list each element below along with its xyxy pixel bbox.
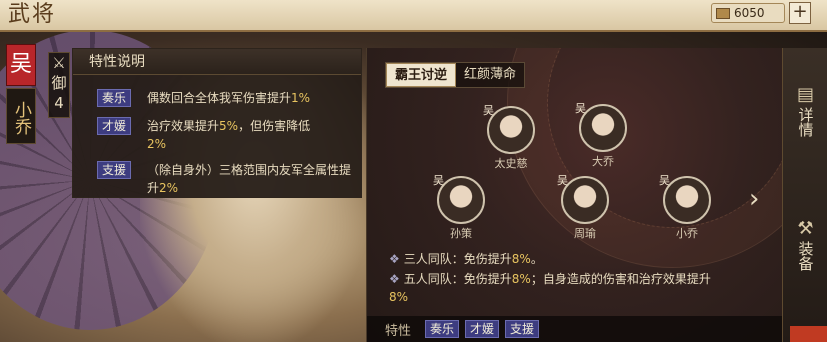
- team-panel: 霸王讨逆 红颜薄命 吴 太史慈 吴 大乔 吴 孙策 吴 周瑜 吴 小乔 › ❖ 三…: [366, 48, 782, 342]
- member-name: 太史慈: [494, 157, 528, 170]
- bonus-text: 三人同队：免伤提升: [403, 252, 512, 266]
- trait-tag[interactable]: 奏乐: [425, 320, 460, 338]
- member-name: 周瑜: [574, 227, 596, 240]
- avatar: 吴: [575, 102, 627, 152]
- trait-desc-value: 1%: [291, 91, 311, 105]
- team-member[interactable]: 吴 周瑜: [555, 174, 615, 241]
- team-bonus: ❖ 五人同队：免伤提升8%；自身造成的伤害和治疗效果提升 8%: [389, 270, 769, 306]
- faction-mark: 吴: [575, 102, 586, 115]
- bonus-value: 8%: [389, 290, 409, 304]
- trait-desc-value: 2%: [147, 137, 167, 151]
- team-member[interactable]: 吴 小乔: [657, 174, 717, 241]
- trait-explanation-panel: 特性说明 奏乐 偶数回合全体我军伤害提升1% 才媛 治疗效果提升5%，但伤害降低…: [72, 48, 362, 198]
- trait-bar: 特性 奏乐 才媛 支援: [367, 316, 782, 342]
- avatar: 吴: [433, 174, 485, 224]
- faction-mark: 吴: [659, 174, 670, 187]
- trait-desc-value: 2%: [159, 181, 179, 195]
- avatar: 吴: [659, 174, 711, 224]
- details-label: 详情: [796, 107, 815, 137]
- bonus-value: 8%: [511, 252, 531, 266]
- trait-description: 治疗效果提升5%，但伤害降低 2%: [147, 117, 357, 153]
- trait-tag[interactable]: 支援: [97, 161, 131, 179]
- stat-icon: ⚔: [52, 54, 66, 72]
- trait-tag[interactable]: 才媛: [97, 117, 131, 135]
- trait-row: 奏乐 偶数回合全体我军伤害提升1%: [97, 89, 357, 107]
- currency-display: 6050: [711, 3, 785, 23]
- details-icon: ▤: [796, 84, 814, 105]
- bonus-value: 8%: [511, 272, 531, 286]
- tab-team-1[interactable]: 霸王讨逆: [386, 63, 457, 87]
- faction-badge: 吴: [6, 44, 36, 86]
- faction-mark: 吴: [433, 174, 444, 187]
- trait-description: 偶数回合全体我军伤害提升1%: [147, 89, 357, 107]
- team-member[interactable]: 吴 孙策: [431, 174, 491, 241]
- coin-icon: [716, 7, 730, 19]
- diamond-icon: ❖: [389, 252, 400, 266]
- details-button[interactable]: ▤ 详情: [785, 84, 826, 137]
- equipment-button[interactable]: ⚒ 装备: [785, 218, 826, 271]
- trait-row: 才媛 治疗效果提升5%，但伤害降低 2%: [97, 117, 357, 153]
- team-bonus: ❖ 三人同队：免伤提升8%。: [389, 250, 769, 268]
- trait-panel-title: 特性说明: [73, 49, 361, 75]
- stat-column: ⚔ 御 4: [48, 52, 70, 118]
- add-currency-button[interactable]: +: [789, 2, 811, 24]
- trait-row: 支援 （除自身外）三格范围内友军全属性提升2%: [97, 161, 357, 197]
- avatar: 吴: [557, 174, 609, 224]
- faction-mark: 吴: [483, 104, 494, 117]
- bonus-text: ；自身造成的伤害和治疗效果提升: [530, 272, 711, 286]
- team-member[interactable]: 吴 大乔: [573, 102, 633, 169]
- member-name: 大乔: [592, 155, 614, 168]
- next-team-arrow-icon[interactable]: ›: [749, 184, 759, 214]
- team-tabs: 霸王讨逆 红颜薄命: [385, 62, 526, 88]
- trait-desc-text: 偶数回合全体我军伤害提升: [147, 91, 292, 105]
- faction-mark: 吴: [557, 174, 568, 187]
- currency-amount: 6050: [734, 6, 765, 20]
- trait-tag[interactable]: 奏乐: [97, 89, 131, 107]
- trait-desc-text: 治疗效果提升: [147, 119, 220, 133]
- team-member[interactable]: 吴 太史慈: [481, 104, 541, 171]
- member-name: 孙策: [450, 227, 472, 240]
- trait-desc-text: ，但伤害降低: [238, 119, 311, 133]
- page-title: 武将: [8, 2, 57, 27]
- trait-desc-value: 5%: [219, 119, 239, 133]
- trait-tag[interactable]: 才媛: [465, 320, 500, 338]
- member-name: 小乔: [676, 227, 698, 240]
- top-bar: 武将 6050 +: [0, 0, 827, 32]
- trait-tag[interactable]: 支援: [505, 320, 540, 338]
- bonus-text: 。: [530, 252, 543, 266]
- diamond-icon: ❖: [389, 272, 400, 286]
- equipment-icon: ⚒: [797, 218, 814, 239]
- tab-team-2[interactable]: 红颜薄命: [456, 63, 524, 87]
- side-nav: ▤ 详情 ⚒ 装备: [782, 48, 827, 342]
- bonus-text: 五人同队：免伤提升: [403, 272, 512, 286]
- hero-name: 小乔: [6, 88, 36, 144]
- trait-bar-label: 特性: [385, 323, 412, 339]
- stat-label: 御: [51, 74, 67, 92]
- equipment-label: 装备: [796, 241, 815, 271]
- trait-description: （除自身外）三格范围内友军全属性提升2%: [147, 161, 357, 197]
- stat-value: 4: [54, 94, 64, 112]
- corner-tab[interactable]: [790, 326, 827, 342]
- avatar: 吴: [483, 104, 535, 154]
